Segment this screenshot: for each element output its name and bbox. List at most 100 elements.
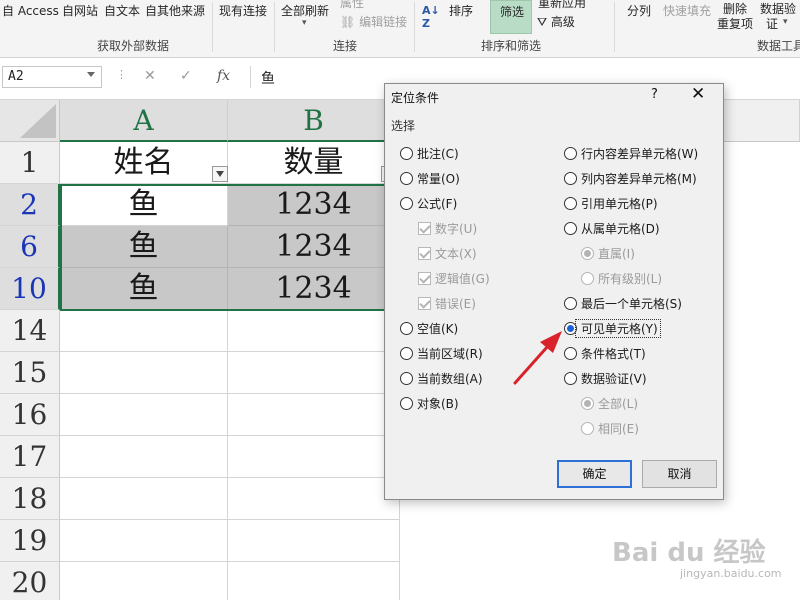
- row-header-19[interactable]: 19: [0, 520, 60, 562]
- radio-selected-icon[interactable]: [581, 247, 594, 260]
- checkbox-checked-icon[interactable]: [418, 247, 431, 260]
- row-header-18[interactable]: 18: [0, 478, 60, 520]
- cell-a6[interactable]: 鱼: [60, 226, 228, 268]
- refresh-all-button[interactable]: 全部刷新: [281, 2, 329, 19]
- option-dependents[interactable]: 从属单元格(D): [564, 220, 660, 238]
- sort-button[interactable]: 排序: [449, 2, 473, 19]
- reapply-button[interactable]: 重新应用: [538, 0, 586, 11]
- cell-b20[interactable]: [228, 562, 400, 600]
- chevron-down-icon[interactable]: ▾: [302, 18, 307, 28]
- checkbox-checked-icon[interactable]: [418, 222, 431, 235]
- cell-b6[interactable]: 1234: [228, 226, 400, 268]
- option-column-differences[interactable]: 列内容差异单元格(M): [564, 170, 697, 188]
- radio-icon[interactable]: [564, 347, 577, 360]
- option-formulas[interactable]: 公式(F): [400, 195, 457, 213]
- text-to-columns-button[interactable]: 分列: [627, 2, 651, 19]
- properties-button[interactable]: 属性: [340, 0, 364, 11]
- option-validation-all[interactable]: 全部(L): [581, 395, 638, 413]
- option-errors[interactable]: 错误(E): [418, 295, 476, 313]
- option-direct-only[interactable]: 直属(I): [581, 245, 635, 263]
- cell-a14[interactable]: [60, 310, 228, 352]
- cell-a20[interactable]: [60, 562, 228, 600]
- cell-a16[interactable]: [60, 394, 228, 436]
- cell-b18[interactable]: [228, 478, 400, 520]
- cell-a19[interactable]: [60, 520, 228, 562]
- from-other-sources-button[interactable]: 自其他来源: [145, 2, 205, 19]
- close-icon[interactable]: ✕: [691, 84, 705, 104]
- filter-dropdown-button[interactable]: [212, 166, 228, 182]
- cell-a18[interactable]: [60, 478, 228, 520]
- column-header-a[interactable]: A: [60, 100, 228, 142]
- radio-icon[interactable]: [564, 197, 577, 210]
- option-constants[interactable]: 常量(O): [400, 170, 460, 188]
- radio-icon[interactable]: [564, 297, 577, 310]
- option-data-validation[interactable]: 数据验证(V): [564, 370, 647, 388]
- option-precedents[interactable]: 引用单元格(P): [564, 195, 658, 213]
- cell-a15[interactable]: [60, 352, 228, 394]
- option-row-differences[interactable]: 行内容差异单元格(W): [564, 145, 698, 163]
- option-last-cell[interactable]: 最后一个单元格(S): [564, 295, 682, 313]
- radio-icon[interactable]: [581, 422, 594, 435]
- sort-az-icon[interactable]: A↓ Z: [422, 4, 440, 30]
- help-button[interactable]: ?: [651, 87, 658, 102]
- filter-button[interactable]: 筛选: [490, 0, 532, 34]
- enter-check-icon[interactable]: ✓: [180, 68, 192, 84]
- from-text-button[interactable]: 自文本: [104, 2, 140, 19]
- cell-b2[interactable]: 1234: [228, 184, 400, 226]
- radio-icon[interactable]: [400, 397, 413, 410]
- row-header-2[interactable]: 2: [0, 184, 60, 226]
- option-current-array[interactable]: 当前数组(A): [400, 370, 483, 388]
- cell-a1[interactable]: 姓名: [60, 142, 228, 184]
- radio-icon[interactable]: [564, 222, 577, 235]
- cell-a2[interactable]: 鱼: [60, 184, 228, 226]
- chevron-down-icon[interactable]: ▾: [783, 17, 788, 27]
- row-header-14[interactable]: 14: [0, 310, 60, 352]
- radio-icon[interactable]: [581, 272, 594, 285]
- checkbox-checked-icon[interactable]: [418, 297, 431, 310]
- ok-button[interactable]: 确定: [557, 460, 632, 488]
- cell-b16[interactable]: [228, 394, 400, 436]
- from-web-button[interactable]: 自网站: [62, 2, 98, 19]
- option-conditional-formats[interactable]: 条件格式(T): [564, 345, 646, 363]
- remove-duplicates-label-2[interactable]: 重复项: [717, 15, 753, 32]
- radio-icon[interactable]: [400, 197, 413, 210]
- cell-b19[interactable]: [228, 520, 400, 562]
- column-header-b[interactable]: B: [228, 100, 400, 142]
- radio-icon[interactable]: [400, 347, 413, 360]
- from-access-button[interactable]: 自 Access: [2, 2, 59, 19]
- row-header-10[interactable]: 10: [0, 268, 60, 310]
- option-text[interactable]: 文本(X): [418, 245, 477, 263]
- insert-function-icon[interactable]: fx: [217, 68, 230, 84]
- name-box[interactable]: A2: [2, 66, 102, 88]
- chevron-down-icon[interactable]: [87, 72, 95, 77]
- checkbox-checked-icon[interactable]: [418, 272, 431, 285]
- flash-fill-button[interactable]: 快速填充: [663, 2, 711, 19]
- radio-icon[interactable]: [564, 172, 577, 185]
- radio-icon[interactable]: [400, 372, 413, 385]
- cancel-icon[interactable]: ✕: [144, 68, 156, 84]
- cell-a17[interactable]: [60, 436, 228, 478]
- radio-icon[interactable]: [400, 172, 413, 185]
- row-header-16[interactable]: 16: [0, 394, 60, 436]
- cancel-button[interactable]: 取消: [642, 460, 717, 488]
- option-blanks[interactable]: 空值(K): [400, 320, 458, 338]
- row-header-6[interactable]: 6: [0, 226, 60, 268]
- data-validation-label-2[interactable]: 证: [766, 15, 778, 32]
- row-header-17[interactable]: 17: [0, 436, 60, 478]
- row-header-20[interactable]: 20: [0, 562, 60, 600]
- row-header-1[interactable]: 1: [0, 142, 60, 184]
- radio-icon[interactable]: [564, 372, 577, 385]
- option-all-levels[interactable]: 所有级别(L): [581, 270, 662, 288]
- edit-links-button[interactable]: ⛓ 编辑链接: [340, 13, 407, 30]
- option-objects[interactable]: 对象(B): [400, 395, 459, 413]
- cell-b1[interactable]: 数量: [228, 142, 400, 184]
- cell-b17[interactable]: [228, 436, 400, 478]
- existing-connections-button[interactable]: 现有连接: [219, 2, 267, 19]
- option-numbers[interactable]: 数字(U): [418, 220, 477, 238]
- cell-b10[interactable]: 1234: [228, 268, 400, 310]
- option-validation-same[interactable]: 相同(E): [581, 420, 639, 438]
- radio-icon[interactable]: [400, 147, 413, 160]
- radio-icon[interactable]: [564, 147, 577, 160]
- radio-selected-icon[interactable]: [581, 397, 594, 410]
- option-comments[interactable]: 批注(C): [400, 145, 459, 163]
